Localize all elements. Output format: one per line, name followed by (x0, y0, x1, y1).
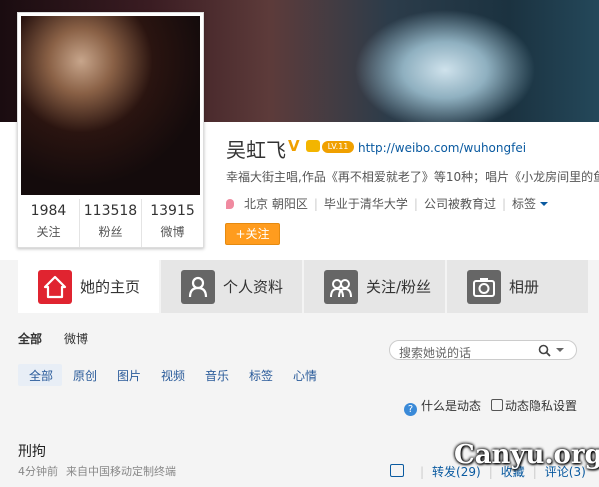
question-icon[interactable]: ? (404, 403, 417, 416)
filter-weibo[interactable]: 微博 (64, 332, 88, 346)
feed-type-filter: 全部 微博 (18, 330, 110, 347)
divider: | (420, 465, 425, 479)
follow-button[interactable]: +关注 (225, 223, 280, 245)
content-filter: 全部 原创 图片 视频 音乐 标签 心情 (18, 364, 599, 386)
post-text: 刑拘 (18, 444, 46, 460)
stat-following-count: 1984 (30, 203, 67, 219)
chevron-down-icon[interactable] (556, 348, 564, 356)
camera-icon (467, 269, 501, 304)
stat-following[interactable]: 1984 关注 (18, 199, 80, 247)
help-links: ? 什么是动态 动态隐私设置 (404, 397, 577, 416)
filter-videos[interactable]: 视频 (161, 367, 185, 384)
stat-posts-count: 13915 (150, 203, 195, 219)
what-is-activity-link[interactable]: 什么是动态 (421, 399, 481, 413)
like-icon[interactable] (390, 464, 404, 477)
filter-music[interactable]: 音乐 (205, 367, 229, 384)
profile-tabs: 她的主页 个人资料 关注/粉丝 相册 (18, 260, 599, 313)
activity-privacy-link[interactable]: 动态隐私设置 (505, 399, 577, 413)
stat-followers-count: 113518 (83, 203, 138, 219)
stat-posts-label: 微博 (160, 225, 185, 239)
location-link[interactable]: 北京 朝阳区 (244, 197, 308, 211)
filter-images[interactable]: 图片 (117, 367, 141, 384)
stat-followers-label: 粉丝 (98, 225, 123, 239)
divider: | (313, 197, 318, 211)
chevron-down-icon[interactable] (540, 202, 549, 210)
stat-following-label: 关注 (36, 225, 61, 239)
tab-profile[interactable]: 个人资料 (161, 260, 304, 313)
filter-tags[interactable]: 标签 (249, 367, 273, 384)
watermark: Canyu.org (454, 440, 599, 470)
tab-profile-label: 个人资料 (223, 278, 284, 296)
tab-follow-label: 关注/粉丝 (366, 278, 432, 296)
profile-description: 幸福大街主唱,作品《再不相爱就老了》等10种；唱片《小龙房间里的鱼》 (226, 170, 599, 184)
tab-album[interactable]: 相册 (447, 260, 590, 313)
lock-icon (491, 399, 504, 411)
search-placeholder: 搜索她说的话 (399, 346, 472, 360)
filter-mood[interactable]: 心情 (293, 367, 317, 384)
tab-home-label: 她的主页 (80, 278, 141, 296)
search-input[interactable]: 搜索她说的话 (389, 340, 577, 360)
search-icon[interactable] (538, 344, 551, 357)
stat-posts[interactable]: 13915 微博 (142, 199, 203, 247)
profile-meta: 北京 朝阳区 | 毕业于清华大学 | 公司被教育过 | 标签 (226, 195, 549, 212)
avatar-card: 1984 关注 113518 粉丝 13915 微博 (17, 12, 204, 248)
verified-badge-icon[interactable]: V (288, 137, 300, 155)
post-time[interactable]: 4分钟前 (18, 465, 58, 478)
person-icon (181, 269, 215, 304)
home-icon (38, 269, 72, 304)
tags-dropdown[interactable]: 标签 (512, 197, 536, 211)
filter-all[interactable]: 全部 (18, 332, 42, 346)
avatar[interactable] (21, 16, 200, 195)
filter-all-content[interactable]: 全部 (29, 367, 53, 384)
tab-follow[interactable]: 关注/粉丝 (304, 260, 447, 313)
post-source[interactable]: 来自中国移动定制终端 (66, 465, 176, 478)
profile-url-link[interactable]: http://weibo.com/wuhongfei (358, 141, 526, 155)
divider: | (501, 197, 506, 211)
company-link[interactable]: 公司被教育过 (424, 197, 496, 211)
crown-icon[interactable] (306, 140, 320, 152)
tab-album-label: 相册 (509, 278, 540, 296)
education-link[interactable]: 毕业于清华大学 (324, 197, 408, 211)
female-icon (226, 199, 234, 209)
stats-bar: 1984 关注 113518 粉丝 13915 微博 (18, 199, 203, 247)
tab-home[interactable]: 她的主页 (18, 260, 161, 313)
stat-followers[interactable]: 113518 粉丝 (80, 199, 142, 247)
profile-name: 吴虹飞 (226, 138, 286, 162)
divider: | (413, 197, 418, 211)
filter-original[interactable]: 原创 (73, 367, 97, 384)
post-meta: 4分钟前 来自中国移动定制终端 (18, 463, 176, 479)
people-icon (324, 269, 358, 304)
level-badge[interactable]: LV.11 (322, 141, 354, 153)
